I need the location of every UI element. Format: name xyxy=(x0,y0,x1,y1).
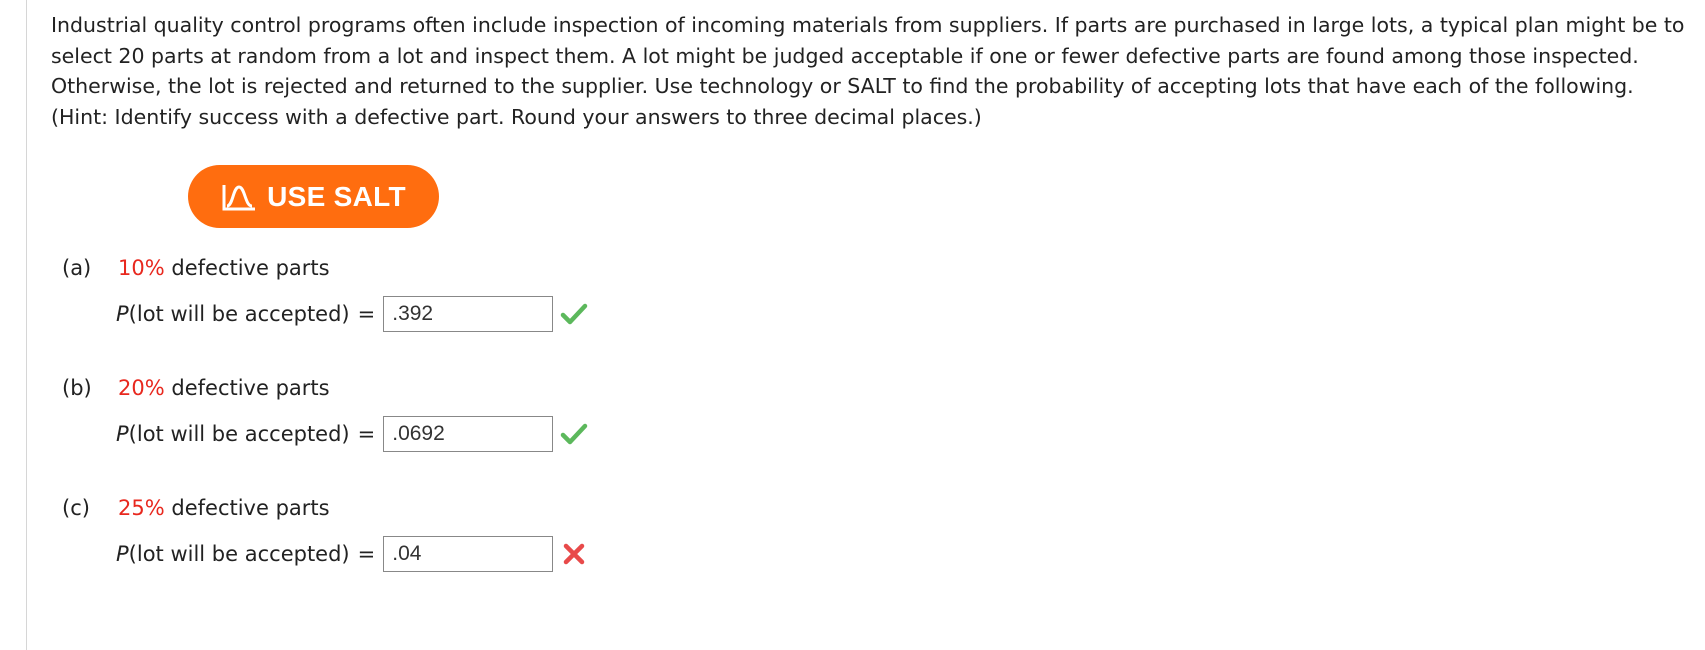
part-letter: (b) xyxy=(62,376,92,400)
part-a-heading: (a) 10% defective parts xyxy=(62,256,330,280)
equals-sign: = xyxy=(357,302,376,326)
part-letter: (a) xyxy=(62,256,92,280)
part-description: defective parts xyxy=(171,256,330,280)
part-description: defective parts xyxy=(171,376,330,400)
answer-input-b[interactable]: .0692 xyxy=(383,416,554,452)
percent-value: 25% xyxy=(118,496,165,520)
use-salt-button[interactable]: USE SALT xyxy=(188,165,439,228)
part-c-answer-row: P (lot will be accepted) = .04 xyxy=(116,536,589,572)
probability-p: P xyxy=(116,542,129,566)
probability-label: (lot will be accepted) xyxy=(128,422,350,446)
part-c-heading: (c) 25% defective parts xyxy=(62,496,330,520)
part-a-answer-row: P (lot will be accepted) = .392 xyxy=(116,296,589,332)
probability-p: P xyxy=(116,302,129,326)
equals-sign: = xyxy=(357,542,376,566)
equals-sign: = xyxy=(357,422,376,446)
probability-label: (lot will be accepted) xyxy=(128,302,350,326)
use-salt-label: USE SALT xyxy=(267,180,406,212)
checkmark-icon xyxy=(560,303,588,325)
cross-icon xyxy=(563,543,585,565)
part-b-heading: (b) 20% defective parts xyxy=(62,376,330,400)
checkmark-icon xyxy=(560,423,588,445)
distribution-curve-icon xyxy=(222,184,256,210)
part-b-answer-row: P (lot will be accepted) = .0692 xyxy=(116,416,589,452)
part-letter: (c) xyxy=(62,496,90,520)
answer-input-a[interactable]: .392 xyxy=(383,296,554,332)
probability-label: (lot will be accepted) xyxy=(128,542,350,566)
answer-input-c[interactable]: .04 xyxy=(383,536,554,572)
probability-p: P xyxy=(116,422,129,446)
percent-value: 10% xyxy=(118,256,165,280)
percent-value: 20% xyxy=(118,376,165,400)
question-text: Industrial quality control programs ofte… xyxy=(51,13,1685,129)
part-description: defective parts xyxy=(171,496,330,520)
